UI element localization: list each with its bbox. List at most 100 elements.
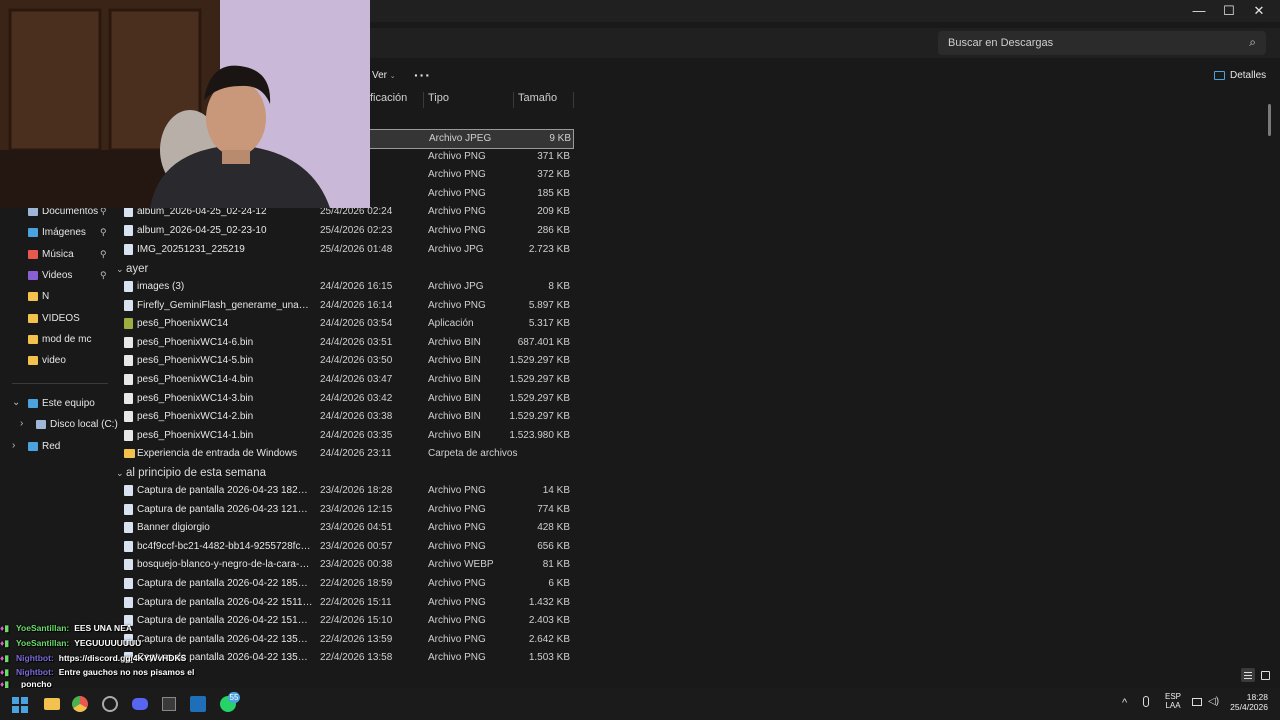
file-row[interactable]: pes6_PhoenixWC14-6.bin 24/4/2026 03:51 Arc… (120, 334, 572, 352)
file-row[interactable]: Captura de pantalla 2026-04-22 151052 22/… (120, 612, 572, 630)
sidebar-item[interactable]: video (0, 351, 112, 371)
file-row[interactable]: bosquejo-blanco-y-negro-de-la-cara-una-v… (120, 556, 572, 574)
file-row[interactable]: pes6_PhoenixWC14-3.bin 24/4/2026 03:42 Arc… (120, 390, 572, 408)
column-separator[interactable] (573, 92, 574, 108)
file-row[interactable]: Experiencia de entrada de Windows 24/4/20… (120, 445, 572, 463)
sidebar-item[interactable]: mod de mc (0, 330, 112, 350)
file-date: 22/4/2026 15:11 (320, 596, 392, 608)
group-header-this-week[interactable]: ⌄ al principio de esta semana (116, 467, 266, 479)
tree-expand-chevron-icon[interactable]: › (12, 440, 15, 451)
close-button[interactable]: ✕ (1244, 0, 1274, 22)
column-separator[interactable] (513, 92, 514, 108)
file-date: 23/4/2026 00:57 (320, 540, 393, 552)
group-header-yesterday[interactable]: ⌄ ayer (116, 263, 148, 275)
file-type: Archivo BIN (428, 411, 481, 423)
file-row[interactable]: pes6_PhoenixWC14 24/4/2026 03:54 Aplicació… (120, 315, 572, 333)
discord-icon[interactable] (132, 698, 148, 710)
file-row[interactable]: Captura de pantalla 2026-04-22 151103 22/… (120, 594, 572, 612)
file-row[interactable]: pes6_PhoenixWC14-2.bin 24/4/2026 03:38 Arc… (120, 408, 572, 426)
clock[interactable]: 18:28 25/4/2026 (1226, 692, 1268, 712)
chrome-icon[interactable] (72, 696, 88, 712)
file-row[interactable]: pes6_PhoenixWC14-1.bin 24/4/2026 03:35 Arc… (120, 427, 572, 445)
column-separator[interactable] (423, 92, 424, 108)
sidebar-item[interactable]: VIDEOS (0, 309, 112, 329)
file-size: 286 KB (537, 225, 570, 236)
details-button[interactable]: Detalles (1230, 70, 1266, 81)
keyboard-layout: LAA (1165, 701, 1181, 710)
store-icon[interactable] (190, 696, 206, 712)
tree-expand-chevron-icon[interactable]: › (20, 418, 23, 429)
volume-icon[interactable]: ◁) (1208, 696, 1219, 707)
file-icon (124, 540, 133, 552)
language-indicator[interactable]: ESP LAA (1162, 692, 1184, 710)
file-size: 14 KB (542, 485, 570, 496)
file-row[interactable]: Captura de pantalla 2026-04-22 135946 22/… (120, 631, 572, 649)
column-header-size[interactable]: Tamaño (518, 92, 557, 108)
file-row[interactable]: IMG_20251231_225219 25/4/2026 01:48 Archiv… (120, 241, 572, 259)
file-name: Captura de pantalla 2026-04-22 135946 (137, 633, 313, 645)
file-icon (124, 281, 133, 292)
file-size: 5.897 KB (528, 299, 570, 311)
sidebar-item[interactable]: Imágenes ⚲ (0, 223, 112, 243)
file-name: pes6_PhoenixWC14-1.bin (137, 429, 254, 441)
tree-item[interactable]: › Disco local (C:) (0, 415, 118, 435)
pictures-icon (28, 228, 38, 238)
microphone-icon[interactable] (1143, 696, 1149, 707)
file-row[interactable]: Captura de pantalla 2026-04-23 182835 23/… (120, 482, 572, 500)
vertical-scrollbar[interactable] (1268, 104, 1271, 136)
column-header-type[interactable]: Tipo (428, 92, 449, 108)
file-type: Archivo PNG (428, 485, 486, 496)
column-header-modified[interactable]: ficación (370, 92, 407, 108)
file-row[interactable]: bc4f9ccf-bc21-4482-bb14-9255728fc0ad 23/4… (120, 538, 572, 556)
file-explorer-icon[interactable] (44, 698, 60, 710)
sidebar-item[interactable]: Música ⚲ (0, 245, 112, 265)
file-row[interactable]: Captura de pantalla 2026-04-22 185901 22/… (120, 575, 572, 593)
maximize-button[interactable]: ☐ (1214, 0, 1244, 22)
file-size: 5.317 KB (528, 318, 570, 330)
file-row[interactable]: album_2026-04-25_02-23-10 25/4/2026 02:23… (120, 222, 572, 240)
network-icon[interactable] (1192, 698, 1202, 706)
file-name: Firefly_GeminiFlash_generame_una_imagen_… (137, 299, 313, 311)
file-name: album_2026-04-25_02-24-12 (137, 206, 267, 218)
more-options-button[interactable]: ··· (414, 67, 431, 83)
minimize-button[interactable]: — (1184, 0, 1214, 22)
search-icon[interactable]: ⌕ (1249, 35, 1256, 50)
file-date: 23/4/2026 04:51 (320, 522, 393, 534)
tree-expand-chevron-icon[interactable]: ⌄ (12, 397, 20, 408)
file-row[interactable]: Firefly_GeminiFlash_generame_una_imagen_… (120, 297, 572, 315)
file-row[interactable]: Banner digiorgio 23/4/2026 04:51 Archivo P… (120, 519, 572, 537)
file-date: 24/4/2026 03:54 (320, 318, 393, 330)
file-icon (124, 355, 133, 367)
sidebar-item[interactable]: N (0, 287, 112, 307)
file-type: Archivo PNG (428, 652, 486, 664)
tray-overflow-chevron-icon[interactable]: ^ (1122, 697, 1127, 709)
search-input[interactable]: Buscar en Descargas ⌕ (938, 31, 1266, 55)
tiles-view-toggle[interactable] (1258, 668, 1272, 682)
file-row[interactable]: pes6_PhoenixWC14-4.bin 24/4/2026 03:47 Arc… (120, 371, 572, 389)
file-row[interactable]: Captura de pantalla 2026-04-22 135816 22/… (120, 649, 572, 667)
file-name: pes6_PhoenixWC14-4.bin (137, 374, 254, 385)
folder-icon (28, 356, 38, 366)
file-name: album_2026-04-25_02-23-10 (137, 225, 267, 236)
obs-icon[interactable] (102, 696, 118, 712)
windows-start-icon[interactable] (12, 697, 28, 713)
app-icon[interactable] (162, 697, 176, 711)
documents-icon (28, 207, 38, 216)
file-icon (124, 336, 133, 348)
file-type: Archivo BIN (428, 429, 481, 441)
file-date: 22/4/2026 13:58 (320, 652, 393, 664)
file-row[interactable]: Captura de pantalla 2026-04-23 121458 23/… (120, 501, 572, 519)
file-name: images (3) (137, 281, 185, 292)
sidebar-item[interactable]: Videos ⚲ (0, 266, 112, 286)
tree-item[interactable]: › Red (0, 437, 112, 457)
tree-item[interactable]: ⌄ Este equipo (0, 394, 112, 414)
file-type: Archivo BIN (428, 392, 481, 404)
file-row[interactable]: images (3) 24/4/2026 16:15 Archivo JPG 8 KB (120, 278, 572, 296)
view-button[interactable]: Ver ⌄ (372, 70, 396, 81)
file-row[interactable]: pes6_PhoenixWC14-5.bin 24/4/2026 03:50 Arc… (120, 352, 572, 370)
group-label: al principio de esta semana (126, 467, 266, 479)
file-icon (124, 522, 133, 534)
details-view-toggle[interactable] (1241, 668, 1255, 682)
file-size: 1.523.980 KB (509, 429, 570, 441)
file-date: 22/4/2026 15:10 (320, 615, 393, 627)
